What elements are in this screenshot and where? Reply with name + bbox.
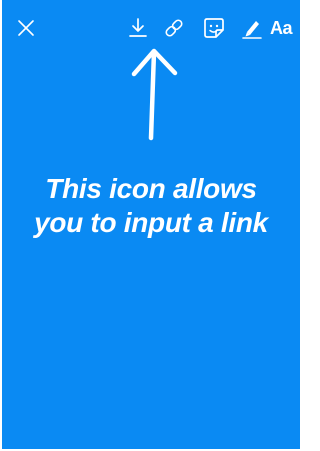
download-button[interactable]: [124, 14, 152, 42]
caption-line-1: This icon allows: [45, 173, 257, 204]
close-button[interactable]: [12, 14, 40, 42]
caption-text: This icon allows you to input a link: [2, 172, 300, 240]
draw-button[interactable]: [238, 14, 266, 42]
text-tool-button[interactable]: Aa: [270, 14, 300, 42]
arrow-up-icon: [131, 48, 178, 141]
sticker-icon: [204, 18, 224, 38]
close-icon: [18, 20, 34, 36]
caption-line-2: you to input a link: [34, 207, 268, 238]
draw-icon: [242, 21, 262, 39]
text-tool-label: Aa: [270, 17, 293, 38]
download-icon: [129, 18, 147, 37]
link-button[interactable]: [160, 14, 188, 42]
link-icon: [165, 19, 183, 37]
story-editor-screen: Aa This icon allows you to input a link: [2, 0, 300, 449]
sticker-button[interactable]: [200, 14, 228, 42]
